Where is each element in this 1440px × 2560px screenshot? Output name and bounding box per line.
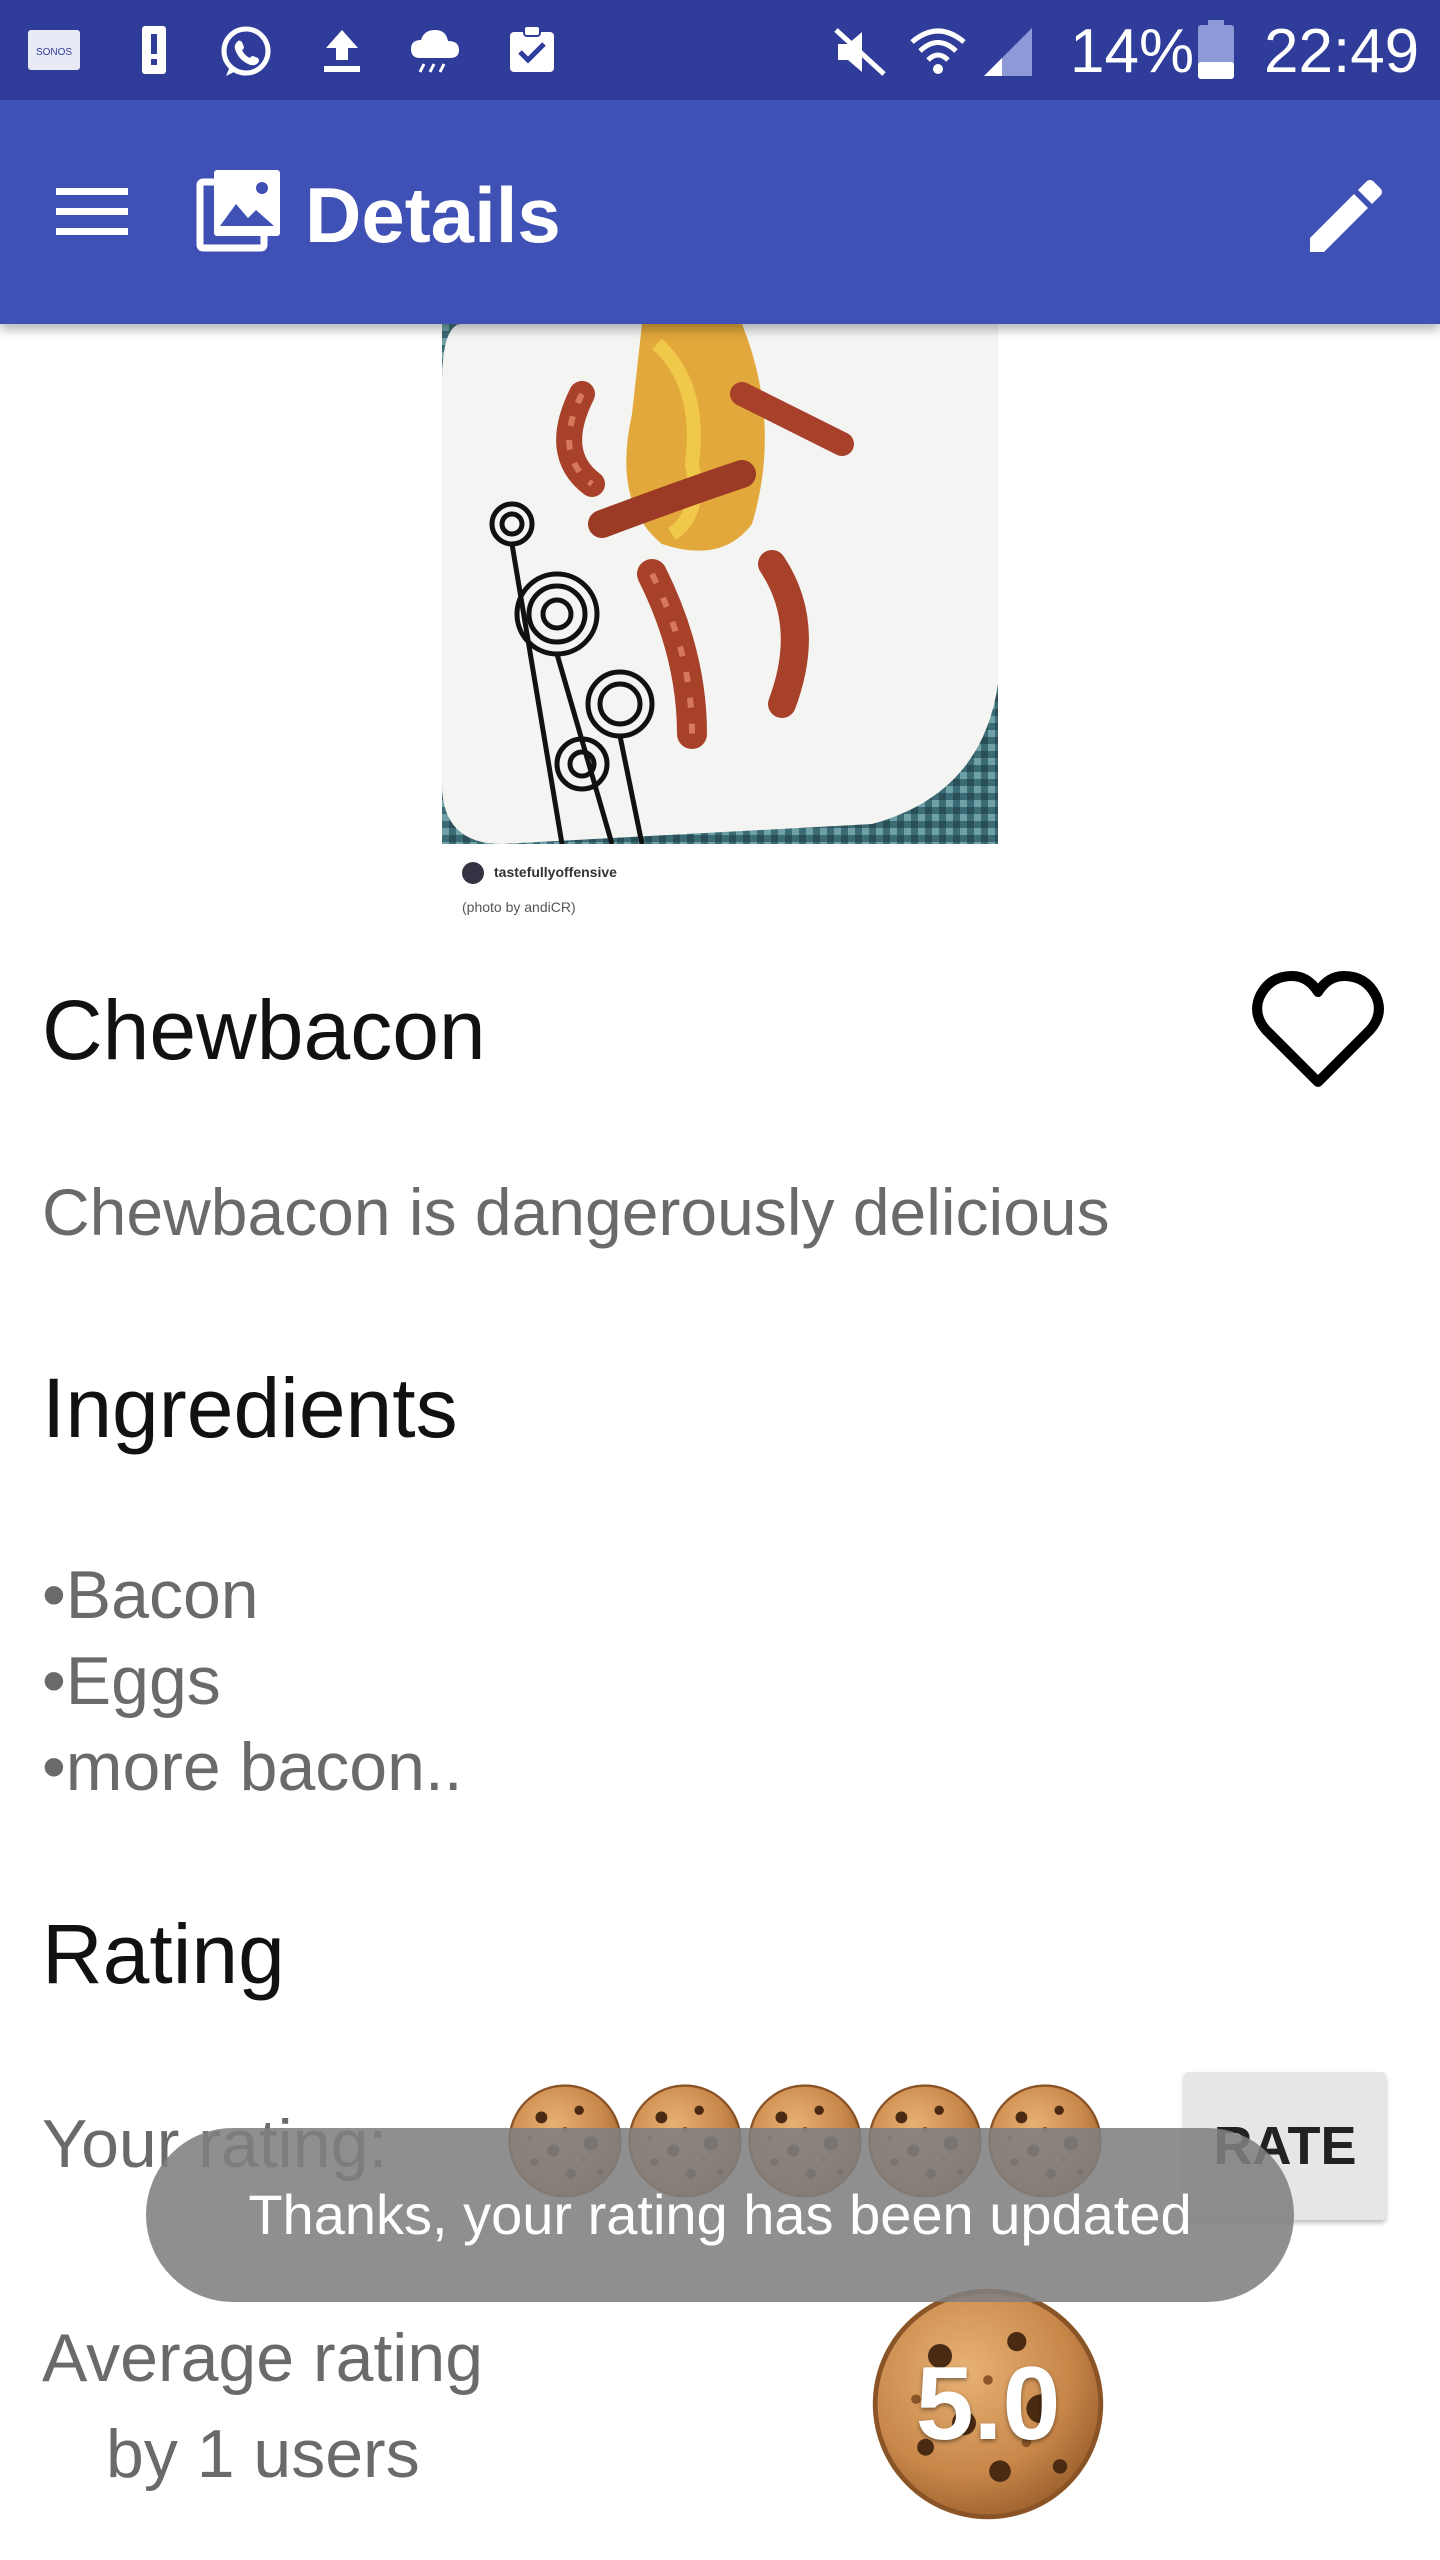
toast-message: Thanks, your rating has been updated: [146, 2128, 1294, 2302]
svg-text:SONOS: SONOS: [36, 47, 72, 58]
heart-outline-icon[interactable]: [1248, 960, 1388, 1100]
recipe-image: [442, 324, 998, 844]
recipe-photo: tastefullyoffensive (photo by andiCR): [442, 324, 998, 934]
average-rating-label: Average rating by 1 users: [42, 2310, 483, 2502]
whatsapp-icon: [218, 24, 271, 76]
menu-icon[interactable]: [52, 180, 136, 244]
average-rating-value: 5.0: [915, 2346, 1061, 2462]
ingredient-item: •Bacon: [42, 1557, 259, 1633]
clipboard-check-icon: [506, 24, 558, 76]
average-rating-label-line1: Average rating: [42, 2320, 484, 2396]
sonos-icon: SONOS: [28, 24, 80, 76]
page-title: Details: [305, 171, 561, 259]
battery-icon: [1196, 20, 1248, 79]
photo-caption-credit: (photo by andiCR): [462, 899, 576, 915]
ingredients-heading: Ingredients: [42, 1361, 458, 1455]
photo-caption-handle: tastefullyoffensive: [494, 864, 617, 880]
ingredient-item: •Eggs: [42, 1643, 221, 1719]
battery-alert-icon: [128, 24, 180, 76]
ingredient-item: •more bacon..: [42, 1729, 463, 1805]
edit-icon[interactable]: [1300, 172, 1390, 262]
tastefully-offensive-logo-icon: [462, 862, 484, 884]
image-icon: [196, 168, 284, 256]
ingredients-list: •Bacon •Eggs •more bacon..: [42, 1552, 463, 1810]
recipe-title: Chewbacon: [42, 983, 486, 1077]
mute-icon: [832, 24, 886, 76]
status-bar: SONOS 14% 22:49: [0, 0, 1440, 100]
recipe-description: Chewbacon is dangerously delicious: [42, 1175, 1110, 1249]
battery-percent: 14%: [1070, 17, 1195, 86]
upload-icon: [316, 24, 368, 76]
weather-icon: [408, 24, 460, 76]
clock: 22:49: [1264, 17, 1420, 86]
wifi-icon: [908, 24, 966, 76]
signal-icon: [980, 24, 1032, 76]
app-toolbar: Details: [0, 100, 1440, 324]
average-rating-label-line2: by 1 users: [106, 2416, 420, 2492]
rating-heading: Rating: [42, 1907, 285, 2001]
